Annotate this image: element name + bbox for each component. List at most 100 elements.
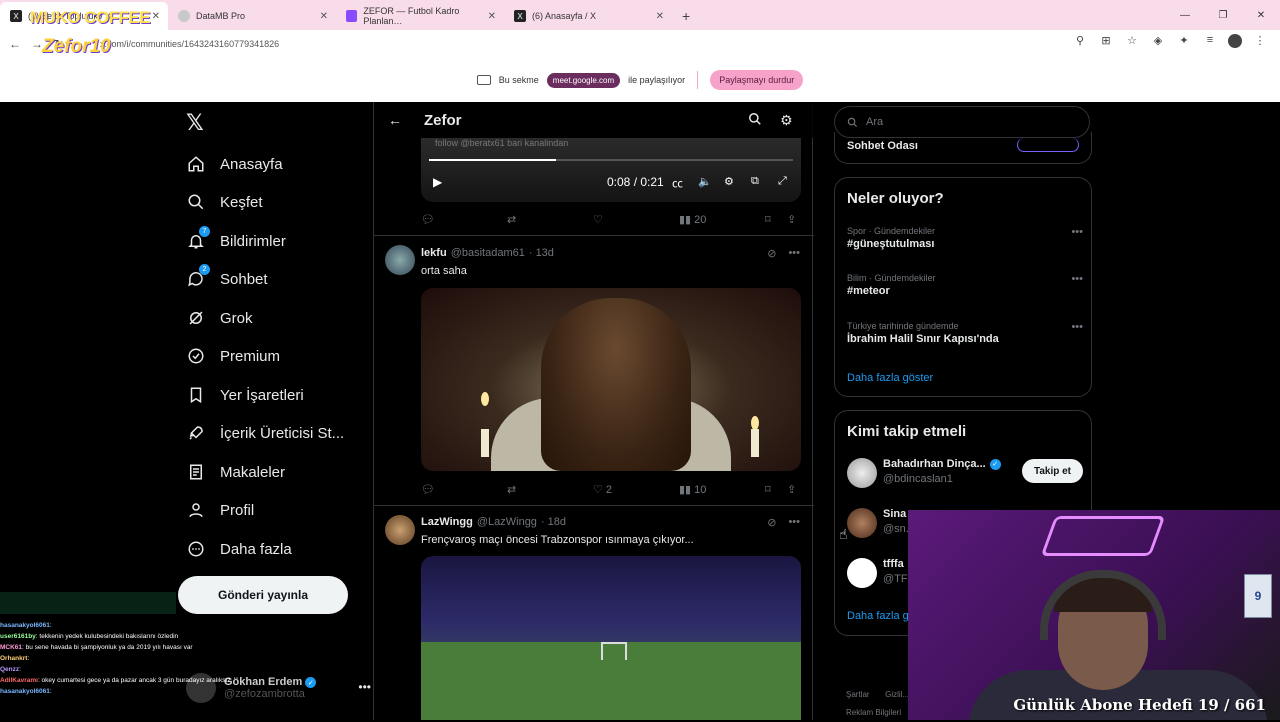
tweet-time[interactable]: · 18d	[541, 516, 566, 528]
close-tab-icon[interactable]: ✕	[320, 11, 328, 22]
reply-icon[interactable]: 💬︎	[421, 483, 435, 496]
sidebar-item-grok[interactable]: Grok	[186, 308, 253, 328]
bookmark-icon[interactable]: ⌑	[765, 213, 771, 226]
grok-icon[interactable]: ⊘	[767, 247, 776, 260]
suggested-account[interactable]: Bahadırhan Dinça... ✓ @bdincaslan1 Takip …	[847, 455, 1083, 491]
author-handle[interactable]: @LazWingg	[477, 516, 537, 528]
maximize-icon[interactable]: ❐	[1204, 0, 1242, 30]
more-options-icon[interactable]: •••	[358, 680, 371, 694]
avatar[interactable]	[385, 515, 415, 545]
new-tab-icon[interactable]: +	[672, 2, 700, 30]
like-icon[interactable]: ♡	[593, 213, 603, 226]
repost-icon[interactable]: ⇄	[507, 483, 516, 496]
post-button[interactable]: Gönderi yayınla	[178, 576, 348, 614]
author-name[interactable]: LazWingg	[421, 516, 473, 528]
sidebar-item-home[interactable]: Anasayfa	[186, 154, 283, 174]
avatar[interactable]	[385, 245, 415, 275]
tweet-video-thumbnail[interactable]	[421, 288, 801, 471]
grok-icon[interactable]: ⊘	[767, 516, 776, 529]
pip-icon[interactable]: ⧉	[751, 175, 759, 188]
share-icon[interactable]: ⇪	[787, 213, 796, 226]
sidebar-item-notifications[interactable]: 7 Bildirimler	[186, 226, 286, 251]
close-tab-icon[interactable]: ✕	[488, 11, 496, 22]
video-progress-bar[interactable]	[429, 159, 793, 161]
video-frame-goal	[601, 642, 627, 660]
chat-overlay-background	[0, 592, 176, 614]
chat-room-card[interactable]: Sohbet Odası	[834, 132, 1092, 164]
browser-tab-zefor-planner[interactable]: ZEFOR — Futbol Kadro Planlan… ✕	[336, 2, 504, 30]
sidebar-item-more[interactable]: Daha fazla	[186, 539, 292, 559]
more-options-icon[interactable]: •••	[1071, 321, 1083, 333]
views-icon[interactable]: ▮▮ 20	[679, 213, 706, 226]
video-player[interactable]: follow @beratx61 bari kanalindan ▶ 0:08 …	[421, 138, 801, 202]
author-name[interactable]: lekfu	[421, 247, 447, 259]
x-logo-icon[interactable]: 𝕏	[186, 110, 204, 136]
follow-button[interactable]: Takip et	[1021, 459, 1083, 483]
share-icon[interactable]: ⇪	[787, 483, 796, 496]
footer-link[interactable]: Gizlil...	[885, 690, 909, 699]
more-options-icon[interactable]: •••	[788, 247, 800, 260]
captions-icon[interactable]: ㏄	[672, 175, 683, 191]
author-handle[interactable]: @basitadam61	[451, 247, 525, 259]
menu-icon[interactable]: ⋮	[1252, 34, 1268, 48]
sidebar-item-profile[interactable]: Profil	[186, 500, 254, 520]
back-arrow-icon[interactable]: ←	[388, 112, 402, 128]
more-options-icon[interactable]: •••	[1071, 273, 1083, 285]
divider	[374, 505, 814, 506]
footer-link[interactable]: Şartlar	[846, 690, 870, 699]
suggested-handle: @bdincaslan1	[883, 473, 953, 485]
play-icon[interactable]: ▶	[433, 175, 442, 189]
candle-flame	[751, 416, 759, 430]
close-tab-icon[interactable]: ✕	[656, 11, 664, 22]
settings-icon[interactable]: ⚙	[724, 175, 734, 188]
tweet-time[interactable]: · 13d	[529, 247, 554, 259]
extension-icon[interactable]: ◈	[1150, 34, 1166, 48]
search-icon[interactable]	[748, 112, 762, 129]
sidebar-item-label: Keşfet	[220, 193, 263, 211]
sidebar-item-chat[interactable]: 2 Sohbet	[186, 264, 268, 289]
sidebar-item-premium[interactable]: Premium	[186, 346, 280, 366]
chat-line: AdilKavramı: okey cumartesi gece ya da p…	[0, 677, 231, 684]
close-window-icon[interactable]: ✕	[1242, 0, 1280, 30]
avatar	[847, 558, 877, 588]
gear-icon[interactable]: ⚙	[780, 112, 793, 129]
fullscreen-icon[interactable]: ⤢	[778, 175, 787, 188]
back-icon[interactable]: ←	[4, 37, 26, 51]
puzzle-icon[interactable]: ✦	[1176, 34, 1192, 48]
browser-tab-strip: X (9) Zefor Topluluk / X ✕ DataMB Pro ✕ …	[0, 0, 1280, 30]
zoom-icon[interactable]: ⚲	[1072, 34, 1088, 48]
install-icon[interactable]: ⊞	[1098, 34, 1114, 48]
media-icon[interactable]: ≡	[1202, 34, 1218, 48]
reply-icon[interactable]: 💬︎	[421, 213, 435, 226]
logo-line-2: İNDİRİM KODU	[36, 24, 128, 39]
trend-item[interactable]: Türkiye tarihinde gündemde İbrahim Halil…	[847, 321, 1083, 345]
trend-item[interactable]: Spor · Gündemdekiler #güneştutulması •••	[847, 226, 1083, 250]
profile-avatar-icon[interactable]	[1228, 34, 1242, 48]
minimize-icon[interactable]: —	[1166, 0, 1204, 30]
stop-sharing-button[interactable]: Paylaşmayı durdur	[710, 70, 804, 90]
volume-icon[interactable]: 🔈	[698, 175, 712, 188]
repost-icon[interactable]: ⇄	[507, 213, 516, 226]
sidebar-item-bookmarks[interactable]: Yer İşaretleri	[186, 385, 304, 405]
trend-item[interactable]: Bilim · Gündemdekiler #meteor •••	[847, 273, 1083, 297]
footer-link[interactable]: Reklam Bilgileri	[846, 708, 901, 717]
sidebar-item-explore[interactable]: Keşfet	[186, 192, 263, 212]
more-options-icon[interactable]: •••	[788, 516, 800, 529]
chat-room-join-icon[interactable]	[1017, 138, 1079, 152]
bookmark-icon[interactable]: ⌑	[765, 483, 771, 496]
star-icon[interactable]: ☆	[1124, 34, 1140, 48]
browser-tab-x-home[interactable]: X (6) Anasayfa / X ✕	[504, 2, 672, 30]
show-more-link[interactable]: Daha fazla göster	[847, 372, 933, 384]
trend-category: Spor · Gündemdekiler	[847, 226, 936, 236]
tweet-video-thumbnail[interactable]	[421, 556, 801, 720]
chat-line: Orhankrt:	[0, 655, 30, 662]
like-icon[interactable]: ♡ 2	[593, 483, 612, 496]
url-field[interactable]: x.com/i/communities/1643243160779341826	[100, 35, 1080, 53]
views-icon[interactable]: ▮▮ 10	[679, 483, 706, 496]
more-options-icon[interactable]: •••	[1071, 226, 1083, 238]
candle	[751, 429, 759, 457]
browser-tab-datamb[interactable]: DataMB Pro ✕	[168, 2, 336, 30]
sidebar-item-articles[interactable]: Makaleler	[186, 462, 285, 482]
trend-tag: İbrahim Halil Sınır Kapısı'nda	[847, 333, 999, 345]
sidebar-item-creator-studio[interactable]: İçerik Üreticisi St...	[186, 423, 344, 443]
